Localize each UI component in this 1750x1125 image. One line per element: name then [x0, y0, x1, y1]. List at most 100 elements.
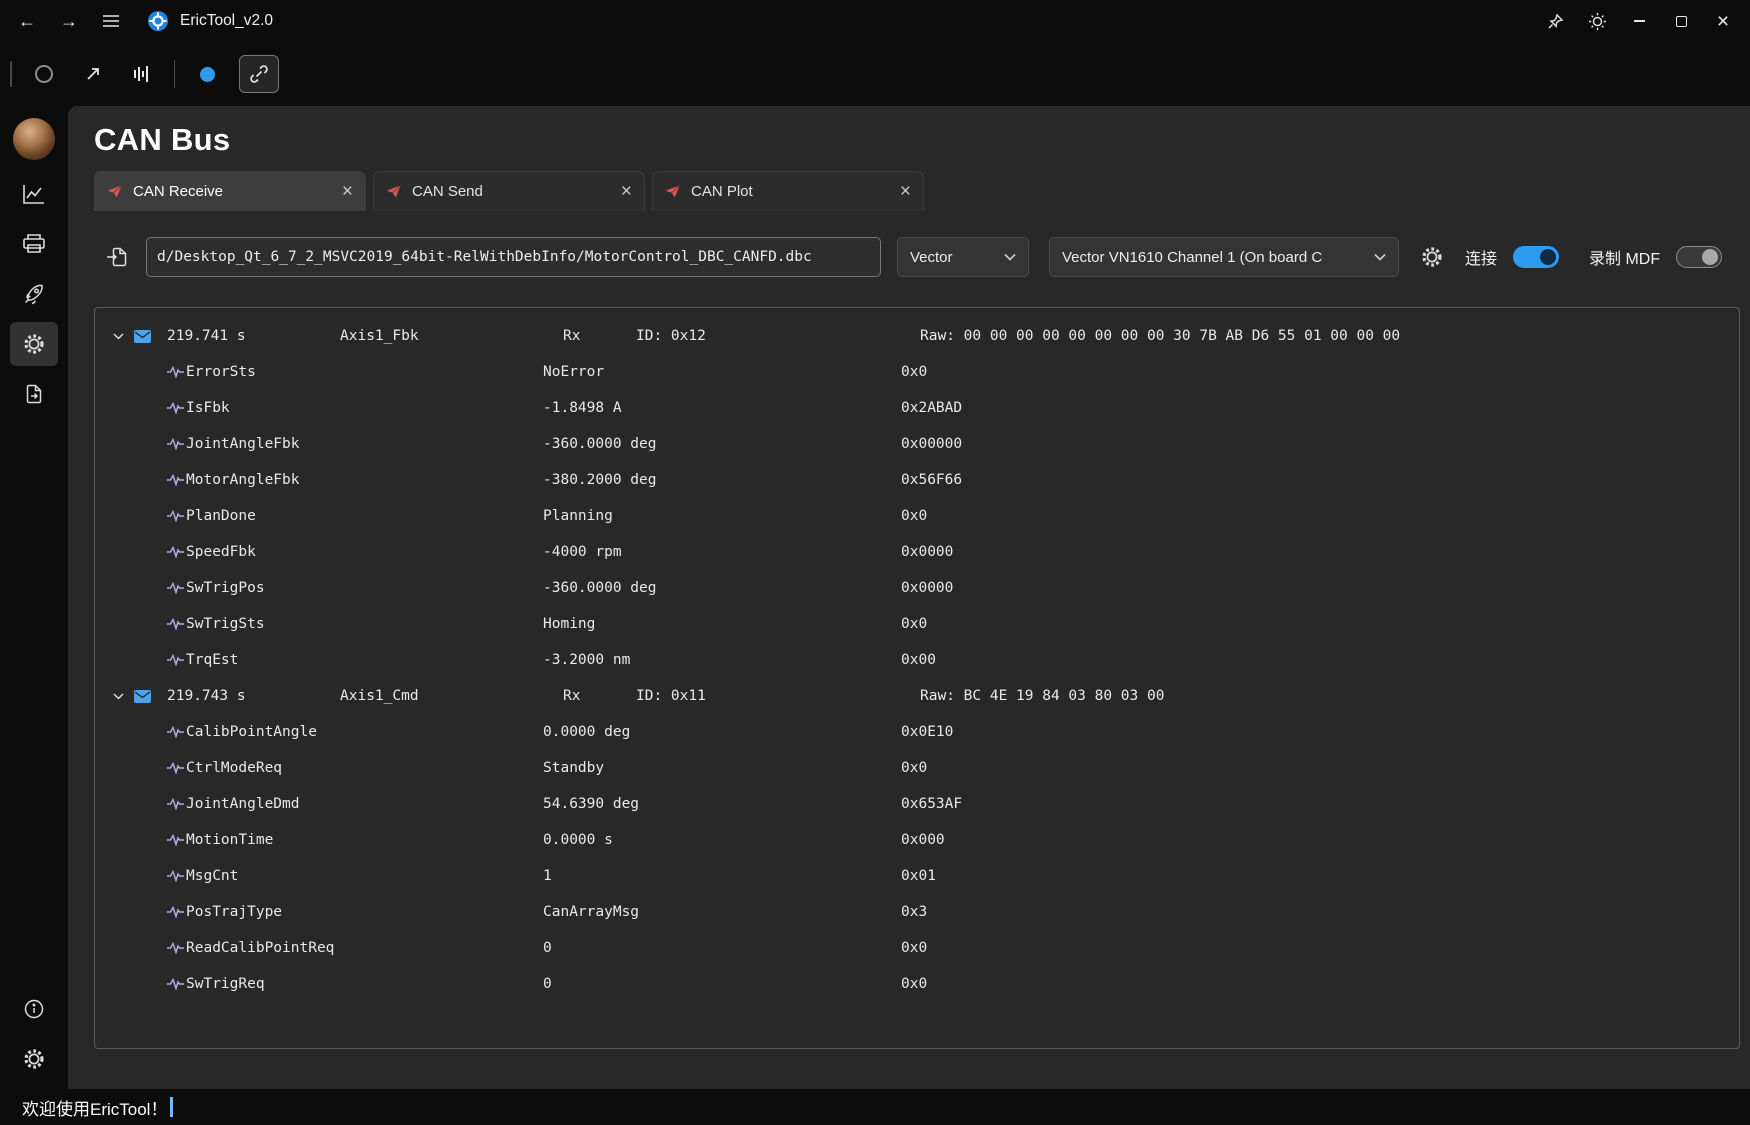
- chevron-down-icon[interactable]: [113, 333, 124, 340]
- signal-row[interactable]: SwTrigReq 0 0x0: [95, 966, 1739, 1002]
- channel-settings-button[interactable]: [1415, 240, 1449, 274]
- signal-name: SpeedFbk: [186, 544, 543, 560]
- can-message-tree[interactable]: 219.741 s Axis1_Fbk Rx ID: 0x12 Raw: 00 …: [94, 307, 1740, 1049]
- signal-row[interactable]: JointAngleDmd 54.6390 deg 0x653AF: [95, 786, 1739, 822]
- signal-name: SwTrigSts: [186, 616, 543, 632]
- signal-row[interactable]: TrqEst -3.2000 nm 0x00: [95, 642, 1739, 678]
- signal-row[interactable]: SwTrigPos -360.0000 deg 0x0000: [95, 570, 1739, 606]
- signal-name: ReadCalibPointReq: [186, 940, 543, 956]
- pin-button[interactable]: [1534, 4, 1576, 38]
- close-button[interactable]: ×: [1702, 4, 1744, 38]
- waveform-button[interactable]: [125, 57, 159, 91]
- menu-button[interactable]: [90, 4, 132, 38]
- can-message-icon: [386, 185, 401, 198]
- signal-value: Homing: [543, 616, 901, 632]
- sidebar-item-chart[interactable]: [10, 172, 58, 216]
- signal-row[interactable]: MotionTime 0.0000 s 0x000: [95, 822, 1739, 858]
- file-import-icon[interactable]: [106, 246, 130, 268]
- signal-row[interactable]: CalibPointAngle 0.0000 deg 0x0E10: [95, 714, 1739, 750]
- signal-value: -360.0000 deg: [543, 436, 901, 452]
- signal-waveform-icon: [167, 366, 184, 378]
- sidebar-item-rocket[interactable]: [10, 272, 58, 316]
- signal-hex: 0x0: [901, 976, 1739, 992]
- signal-row[interactable]: SpeedFbk -4000 rpm 0x0000: [95, 534, 1739, 570]
- maximize-button[interactable]: [1660, 4, 1702, 38]
- signal-hex: 0x653AF: [901, 796, 1739, 812]
- status-ring-button[interactable]: [27, 57, 61, 91]
- tab-can-plot[interactable]: CAN Plot ×: [652, 171, 924, 211]
- signal-row[interactable]: SwTrigSts Homing 0x0: [95, 606, 1739, 642]
- dbc-path-input[interactable]: [146, 237, 881, 277]
- chevron-down-icon[interactable]: [113, 693, 124, 700]
- sidebar-item-settings[interactable]: [10, 322, 58, 366]
- signal-row[interactable]: PlanDone Planning 0x0: [95, 498, 1739, 534]
- signal-row[interactable]: IsFbk -1.8498 A 0x2ABAD: [95, 390, 1739, 426]
- pointer-button[interactable]: [76, 57, 110, 91]
- record-mdf-toggle[interactable]: [1676, 246, 1722, 268]
- signal-hex: 0x0E10: [901, 724, 1739, 740]
- signal-name: IsFbk: [186, 400, 543, 416]
- tab-can-receive[interactable]: CAN Receive ×: [94, 171, 366, 211]
- signal-row[interactable]: ReadCalibPointReq 0 0x0: [95, 930, 1739, 966]
- forward-button[interactable]: →: [48, 4, 90, 38]
- gear-icon: [23, 333, 45, 355]
- close-icon[interactable]: ×: [621, 182, 632, 201]
- vendor-select-value: Vector: [910, 249, 953, 266]
- channel-select-value: Vector VN1610 Channel 1 (On board C: [1062, 249, 1322, 266]
- theme-button[interactable]: [1576, 4, 1618, 38]
- signal-waveform-icon: [167, 654, 184, 666]
- rocket-icon: [23, 283, 45, 305]
- message-row[interactable]: 219.741 s Axis1_Fbk Rx ID: 0x12 Raw: 00 …: [95, 318, 1739, 354]
- signal-value: -3.2000 nm: [543, 652, 901, 668]
- circle-icon: [35, 65, 53, 83]
- toggle-knob: [1702, 249, 1718, 265]
- close-icon[interactable]: ×: [342, 182, 353, 201]
- avatar[interactable]: [13, 118, 55, 160]
- signal-waveform-icon: [167, 546, 184, 558]
- info-icon: [23, 998, 45, 1020]
- signal-waveform-icon: [167, 582, 184, 594]
- gear-icon: [23, 1048, 45, 1070]
- signal-name: JointAngleFbk: [186, 436, 543, 452]
- maximize-icon: [1676, 16, 1687, 27]
- message-direction: Rx: [563, 688, 636, 704]
- link-button[interactable]: [239, 55, 279, 93]
- sidebar-item-preferences[interactable]: [10, 1037, 58, 1081]
- signal-row[interactable]: JointAngleFbk -360.0000 deg 0x00000: [95, 426, 1739, 462]
- sidebar-item-device[interactable]: [10, 222, 58, 266]
- signal-row[interactable]: PosTrajType CanArrayMsg 0x3: [95, 894, 1739, 930]
- arrow-ne-icon: [84, 65, 102, 83]
- signal-waveform-icon: [167, 942, 184, 954]
- can-message-icon: [107, 185, 122, 198]
- signal-waveform-icon: [167, 618, 184, 630]
- signal-value: 54.6390 deg: [543, 796, 901, 812]
- hamburger-icon: [102, 14, 120, 28]
- connection-indicator[interactable]: [190, 57, 224, 91]
- tab-bar: CAN Receive × CAN Send × CAN Plot ×: [94, 171, 1740, 211]
- tab-label: CAN Receive: [133, 183, 223, 200]
- signal-name: MsgCnt: [186, 868, 543, 884]
- signal-name: MotorAngleFbk: [186, 472, 543, 488]
- signal-value: -4000 rpm: [543, 544, 901, 560]
- close-icon[interactable]: ×: [900, 182, 911, 201]
- signal-value: 0.0000 s: [543, 832, 901, 848]
- tab-can-send[interactable]: CAN Send ×: [373, 171, 645, 211]
- signal-row[interactable]: MotorAngleFbk -380.2000 deg 0x56F66: [95, 462, 1739, 498]
- connect-toggle[interactable]: [1513, 246, 1559, 268]
- app-logo-icon: [146, 9, 170, 33]
- signal-row[interactable]: ErrorSts NoError 0x0: [95, 354, 1739, 390]
- message-raw-bytes: Raw: 00 00 00 00 00 00 00 00 30 7B AB D6…: [920, 328, 1739, 344]
- toolbar-grip[interactable]: [10, 61, 12, 87]
- message-name: Axis1_Cmd: [340, 688, 563, 704]
- signal-row[interactable]: CtrlModeReq Standby 0x0: [95, 750, 1739, 786]
- message-row[interactable]: 219.743 s Axis1_Cmd Rx ID: 0x11 Raw: BC …: [95, 678, 1739, 714]
- minimize-button[interactable]: [1618, 4, 1660, 38]
- channel-select[interactable]: Vector VN1610 Channel 1 (On board C: [1049, 237, 1399, 277]
- back-button[interactable]: ←: [6, 4, 48, 38]
- sidebar-item-info[interactable]: [10, 987, 58, 1031]
- sidebar-item-export[interactable]: [10, 372, 58, 416]
- signal-row[interactable]: MsgCnt 1 0x01: [95, 858, 1739, 894]
- vendor-select[interactable]: Vector: [897, 237, 1029, 277]
- signal-value: -380.2000 deg: [543, 472, 901, 488]
- gear-icon: [1421, 246, 1443, 268]
